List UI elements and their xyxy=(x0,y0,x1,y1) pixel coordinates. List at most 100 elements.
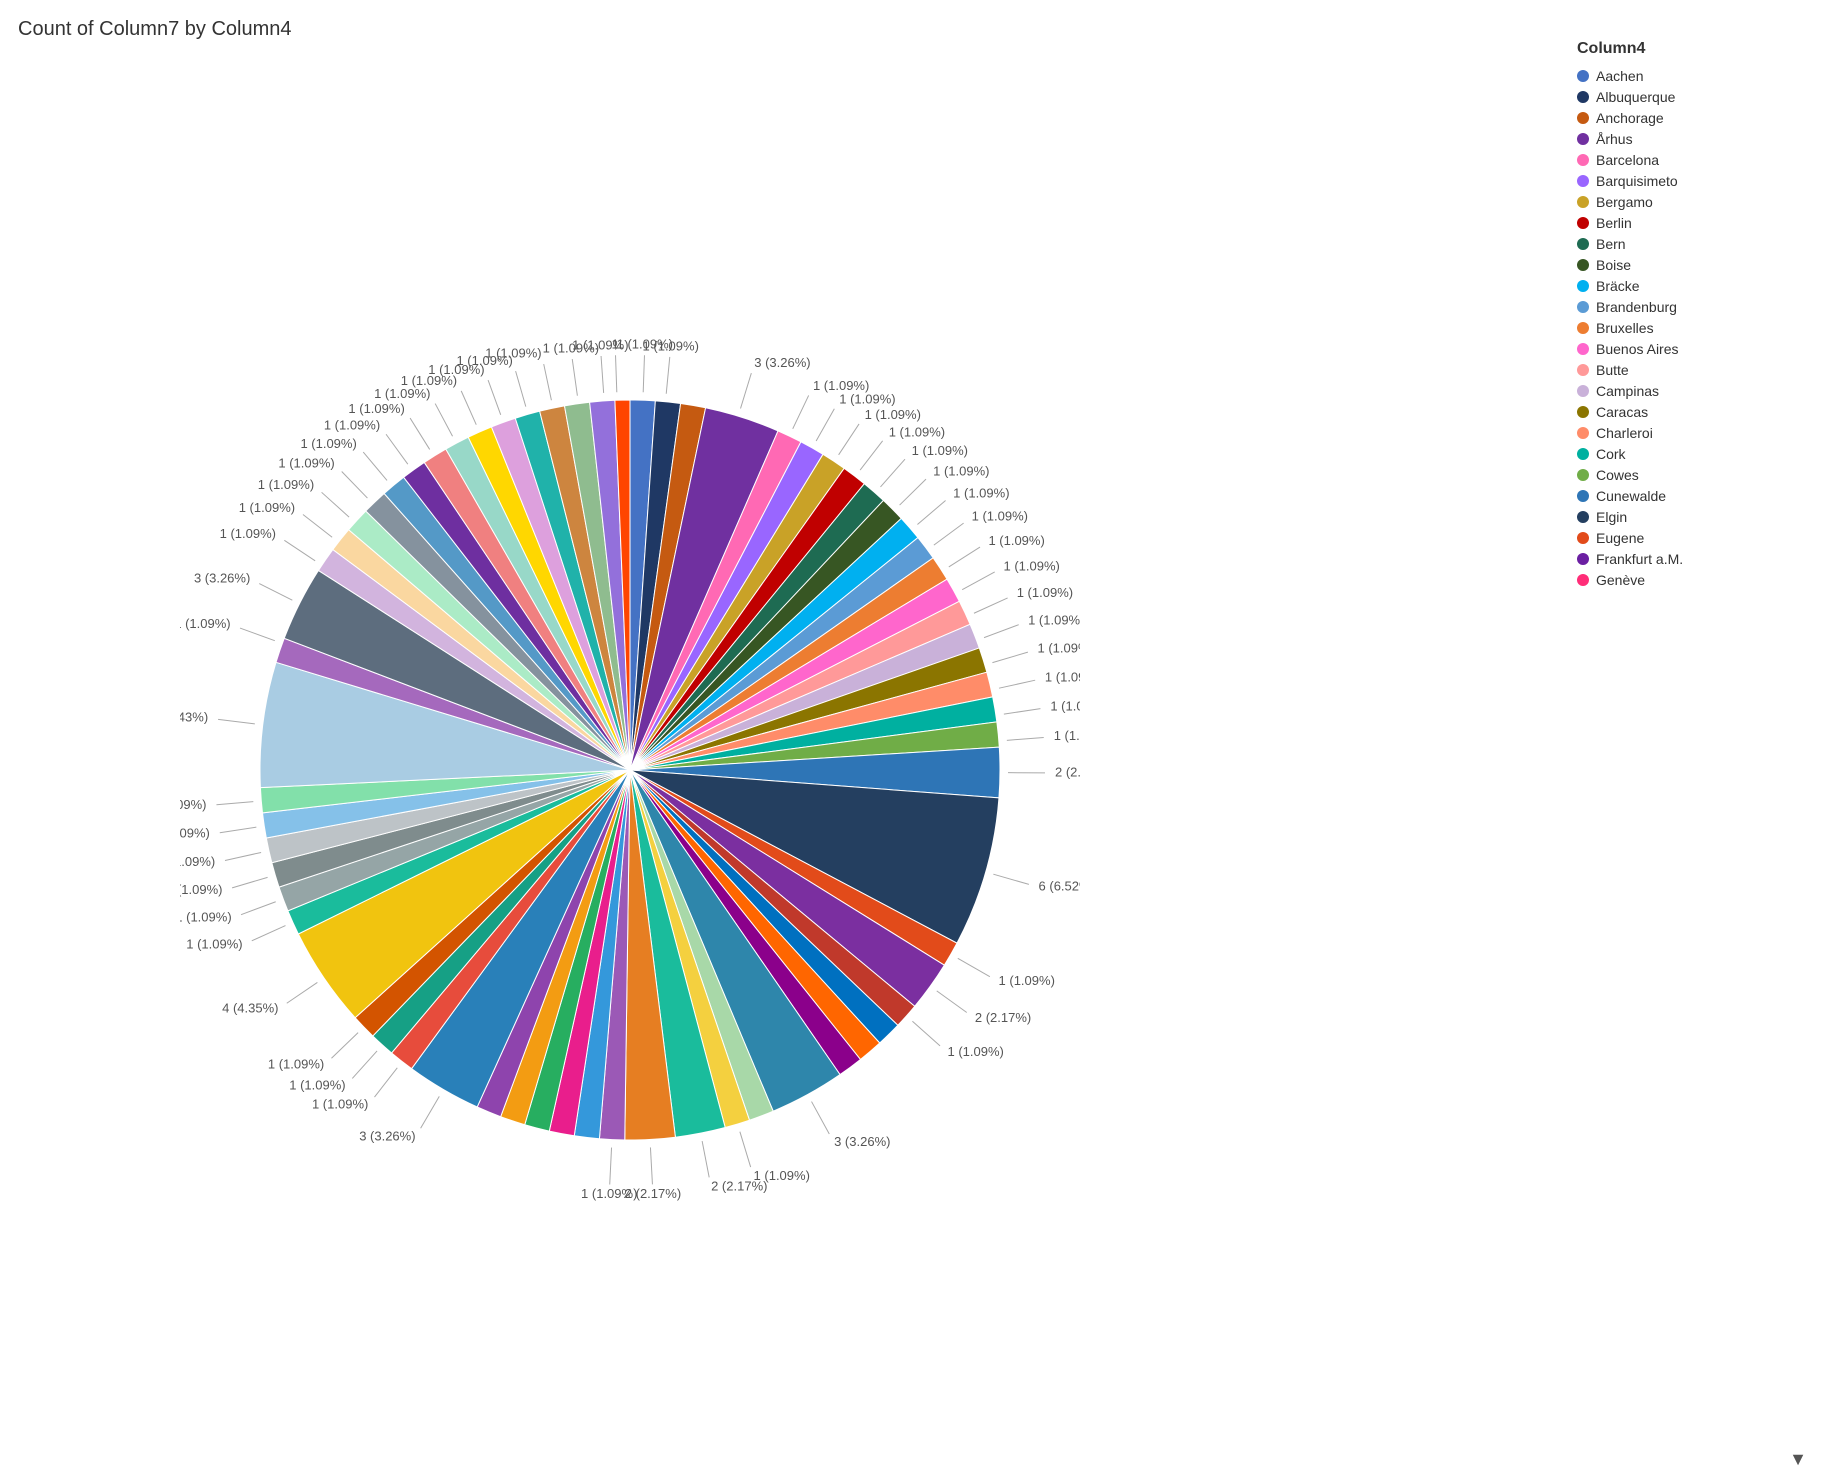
connector-line xyxy=(225,852,261,860)
connector-line xyxy=(322,492,349,517)
legend-dot xyxy=(1577,238,1589,250)
slice-label: 3 (3.26%) xyxy=(754,355,810,370)
slice-label: 1 (1.09%) xyxy=(933,464,989,479)
legend-dot xyxy=(1577,280,1589,292)
slice-label: 1 (1.09%) xyxy=(1017,585,1073,600)
connector-line xyxy=(949,547,980,567)
slice-label: 1 (1.09%) xyxy=(300,436,356,451)
legend-label: Buenos Aires xyxy=(1596,341,1679,357)
connector-line xyxy=(958,958,990,976)
connector-line xyxy=(352,1051,377,1078)
connector-line xyxy=(812,1102,830,1134)
legend-item: Bern xyxy=(1577,236,1807,252)
connector-line xyxy=(241,902,276,915)
legend-item: Barcelona xyxy=(1577,152,1807,168)
slice-label: 1 (1.09%) xyxy=(312,1096,368,1111)
legend-label: Campinas xyxy=(1596,383,1659,399)
legend-dot xyxy=(1577,91,1589,103)
legend-dot xyxy=(1577,427,1589,439)
slice-label: 4 (4.35%) xyxy=(222,1000,278,1015)
slice-label: 1 (1.09%) xyxy=(180,882,223,897)
legend-item: Charleroi xyxy=(1577,425,1807,441)
legend-item: Barquisimeto xyxy=(1577,173,1807,189)
slice-label: 1 (1.09%) xyxy=(972,509,1028,524)
legend-label: Cunewalde xyxy=(1596,488,1666,504)
connector-line xyxy=(992,652,1027,663)
slice-label: 1 (1.09%) xyxy=(889,424,945,439)
legend-dot xyxy=(1577,574,1589,586)
connector-line xyxy=(1007,737,1044,740)
legend-label: Boise xyxy=(1596,257,1631,273)
slice-label: 1 (1.09%) xyxy=(180,854,215,869)
legend-dot xyxy=(1577,448,1589,460)
legend-dot xyxy=(1577,133,1589,145)
slice-label: 1 (1.09%) xyxy=(180,797,206,812)
scroll-arrow[interactable]: ▼ xyxy=(1789,1449,1807,1470)
legend-item: Berlin xyxy=(1577,215,1807,231)
slice-label: 1 (1.09%) xyxy=(643,338,699,353)
connector-line xyxy=(435,404,452,437)
slice-label: 1 (1.09%) xyxy=(1054,728,1080,743)
legend-item: Frankfurt a.M. xyxy=(1577,551,1807,567)
slice-label: 1 (1.09%) xyxy=(1003,559,1059,574)
slice-label: 1 (1.09%) xyxy=(180,616,231,631)
legend-item: Buenos Aires xyxy=(1577,341,1807,357)
connector-line xyxy=(616,355,617,392)
connector-line xyxy=(934,523,964,545)
slice-label: 3 (3.26%) xyxy=(359,1128,415,1143)
slice-label: 1 (1.09%) xyxy=(220,526,276,541)
chart-area: 11 (1.09%)1 (1.09%)3 (3.26%)1 (1.09%)1 (… xyxy=(0,60,1260,1460)
connector-line xyxy=(912,1021,940,1046)
legend-item: Århus xyxy=(1577,131,1807,147)
slice-label: 1 (1.09%) xyxy=(324,418,380,433)
legend-label: Berlin xyxy=(1596,215,1632,231)
slice-label: 1 (1.09%) xyxy=(948,1044,1004,1059)
connector-line xyxy=(421,1096,440,1128)
connector-line xyxy=(303,515,332,538)
legend-label: Bergamo xyxy=(1596,194,1653,210)
legend-dot xyxy=(1577,217,1589,229)
connector-line xyxy=(488,380,501,415)
connector-line xyxy=(252,926,286,941)
connector-line xyxy=(287,982,318,1003)
connector-line xyxy=(984,625,1019,638)
legend-dot xyxy=(1577,322,1589,334)
legend-item: Eugene xyxy=(1577,530,1807,546)
connector-line xyxy=(740,1132,751,1167)
legend-dot xyxy=(1577,553,1589,565)
legend-label: Brandenburg xyxy=(1596,299,1677,315)
legend-dot xyxy=(1577,343,1589,355)
slice-label: 1 (1.09%) xyxy=(581,1186,637,1201)
legend-label: Caracas xyxy=(1596,404,1648,420)
slice-label: 1 (1.09%) xyxy=(1028,613,1080,628)
legend-label: Barquisimeto xyxy=(1596,173,1678,189)
slice-label: 1 (1.09%) xyxy=(258,477,314,492)
connector-line xyxy=(386,434,408,464)
legend-dot xyxy=(1577,196,1589,208)
slice-label: 1 (1.09%) xyxy=(374,386,430,401)
pie-chart: 11 (1.09%)1 (1.09%)3 (3.26%)1 (1.09%)1 (… xyxy=(180,310,1080,1210)
legend-dot xyxy=(1577,175,1589,187)
legend-label: Cork xyxy=(1596,446,1626,462)
slice-label: 1 (1.09%) xyxy=(278,456,334,471)
legend-label: Cowes xyxy=(1596,467,1639,483)
legend-item: Boise xyxy=(1577,257,1807,273)
legend-label: Aachen xyxy=(1596,68,1643,84)
slice-label: 3 (3.26%) xyxy=(194,570,250,585)
connector-line xyxy=(232,877,267,888)
legend-item: Elgin xyxy=(1577,509,1807,525)
connector-line xyxy=(216,802,253,805)
slice-label: 2 (2.17%) xyxy=(975,1010,1031,1025)
legend-label: Anchorage xyxy=(1596,110,1664,126)
legend-item: Brandenburg xyxy=(1577,299,1807,315)
slice-label: 1 (1.09%) xyxy=(180,910,232,925)
connector-line xyxy=(218,719,255,724)
connector-line xyxy=(1004,709,1041,714)
connector-line xyxy=(993,874,1029,884)
legend-item: Anchorage xyxy=(1577,110,1807,126)
connector-line xyxy=(410,418,430,449)
legend-label: Charleroi xyxy=(1596,425,1653,441)
connector-line xyxy=(666,357,670,394)
slice-label: 1 (1.09%) xyxy=(912,443,968,458)
chart-title: Count of Column7 by Column4 xyxy=(18,18,291,41)
